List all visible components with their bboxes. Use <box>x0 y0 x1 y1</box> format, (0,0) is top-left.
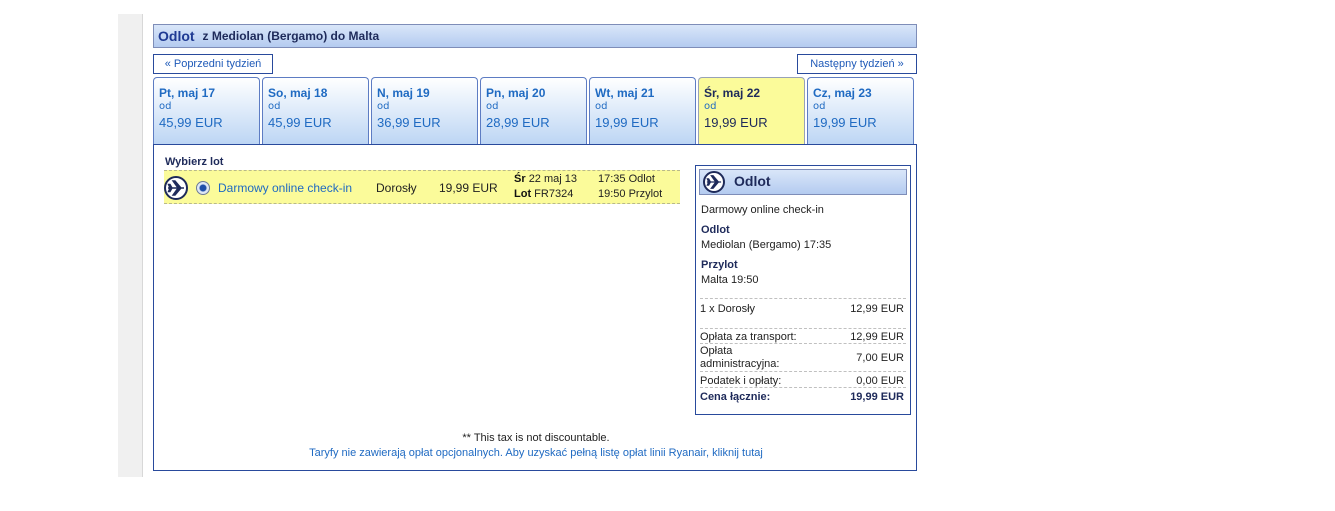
summary-title: Odlot <box>734 173 771 189</box>
tab-day: Wt, maj 21 <box>595 86 655 100</box>
tab-from-label: od <box>595 101 608 112</box>
flight-number-value: FR7324 <box>534 188 574 200</box>
tab-day: Pn, maj 20 <box>486 86 546 100</box>
tab-from-label: od <box>268 101 281 112</box>
tab-day: Pt, maj 17 <box>159 86 216 100</box>
optional-fees-link[interactable]: Taryfy nie zawierają opłat opcjonalnych.… <box>154 447 918 459</box>
fare-name-link[interactable]: Darmowy online check-in <box>218 181 352 195</box>
tab-price: 19,99 EUR <box>813 115 877 130</box>
date-tab-may-19[interactable]: N, maj 19 od 36,99 EUR <box>371 77 478 145</box>
summary-arrival-label: Przylot <box>701 259 738 271</box>
date-tab-may-22[interactable]: Śr, maj 22 od 19,99 EUR <box>698 77 805 145</box>
tab-day: Cz, maj 23 <box>813 86 872 100</box>
flight-date: Śr 22 maj 13 <box>514 173 577 185</box>
line-label: Opłata administracyjna: <box>700 345 780 370</box>
date-tabs: Pt, maj 17 od 45,99 EUR So, maj 18 od 45… <box>153 77 917 145</box>
flight-number: Lot FR7324 <box>514 188 573 200</box>
tab-price: 19,99 EUR <box>704 115 768 130</box>
route-subtitle: z Mediolan (Bergamo) do Malta <box>202 29 380 43</box>
tab-day: So, maj 18 <box>268 86 328 100</box>
summary-line-transport: Opłata za transport: 12,99 EUR <box>700 328 906 344</box>
date-tab-may-20[interactable]: Pn, maj 20 od 28,99 EUR <box>480 77 587 145</box>
tab-from-label: od <box>704 101 717 112</box>
line-label: Opłata za transport: <box>700 331 797 343</box>
summary-header: Odlot <box>699 169 907 195</box>
flight-label: Lot <box>514 188 532 200</box>
summary-arrival-value: Malta 19:50 <box>701 274 759 286</box>
flight-selection-panel: Wybierz lot Darmowy online check-in Doro… <box>153 144 917 471</box>
flight-row[interactable]: Darmowy online check-in Dorosły 19,99 EU… <box>164 170 680 204</box>
summary-fare-name: Darmowy online check-in <box>701 204 824 216</box>
tab-from-label: od <box>159 101 172 112</box>
summary-departure-label: Odlot <box>701 224 730 236</box>
date-value: 22 maj 13 <box>528 173 577 185</box>
summary-line-taxes: Podatek i opłaty: 0,00 EUR <box>700 373 906 388</box>
line-label: Podatek i opłaty: <box>700 375 782 387</box>
tab-price: 19,99 EUR <box>595 115 659 130</box>
tab-from-label: od <box>486 101 499 112</box>
summary-total: Cena łącznie: 19,99 EUR <box>700 388 906 403</box>
line-value: 12,99 EUR <box>850 331 904 343</box>
fare-summary-box: Odlot Darmowy online check-in Odlot Medi… <box>695 165 911 415</box>
fare-radio-button[interactable] <box>196 181 210 195</box>
tab-day: N, maj 19 <box>377 86 430 100</box>
choose-flight-label: Wybierz lot <box>165 156 224 168</box>
summary-line-passenger: 1 x Dorosły 12,99 EUR <box>700 298 906 315</box>
tab-price: 28,99 EUR <box>486 115 550 130</box>
summary-departure-value: Mediolan (Bergamo) 17:35 <box>701 239 832 251</box>
tab-from-label: od <box>377 101 390 112</box>
fare-price: 19,99 EUR <box>439 181 498 195</box>
left-sidebar-strip <box>118 14 143 477</box>
plane-icon <box>703 171 725 193</box>
total-label: Cena łącznie: <box>700 391 771 403</box>
date-tab-may-23[interactable]: Cz, maj 23 od 19,99 EUR <box>807 77 914 145</box>
arrival-time: 19:50 Przylot <box>598 188 663 200</box>
section-header: Odlot z Mediolan (Bergamo) do Malta <box>153 24 917 48</box>
departure-time: 17:35 Odlot <box>598 173 655 185</box>
tab-price: 45,99 EUR <box>268 115 332 130</box>
line-label: 1 x Dorosły <box>700 303 756 315</box>
tab-day: Śr, maj 22 <box>704 86 761 100</box>
page-title: Odlot <box>158 28 195 44</box>
tab-from-label: od <box>813 101 826 112</box>
tab-price: 45,99 EUR <box>159 115 223 130</box>
line-value: 7,00 EUR <box>856 352 904 364</box>
line-value: 0,00 EUR <box>856 375 904 387</box>
tax-footnote: ** This tax is not discountable. <box>462 432 610 444</box>
previous-week-button[interactable]: « Poprzedni tydzień <box>153 54 273 74</box>
date-tab-may-17[interactable]: Pt, maj 17 od 45,99 EUR <box>153 77 260 145</box>
day-label: Śr <box>514 173 526 185</box>
tab-price: 36,99 EUR <box>377 115 441 130</box>
plane-icon <box>164 176 188 200</box>
line-value: 12,99 EUR <box>850 303 904 315</box>
summary-line-admin: Opłata administracyjna: 7,00 EUR <box>700 345 906 372</box>
total-value: 19,99 EUR <box>850 391 904 403</box>
next-week-button[interactable]: Następny tydzień » <box>797 54 917 74</box>
date-tab-may-21[interactable]: Wt, maj 21 od 19,99 EUR <box>589 77 696 145</box>
date-tab-may-18[interactable]: So, maj 18 od 45,99 EUR <box>262 77 369 145</box>
passenger-type: Dorosły <box>376 181 417 195</box>
